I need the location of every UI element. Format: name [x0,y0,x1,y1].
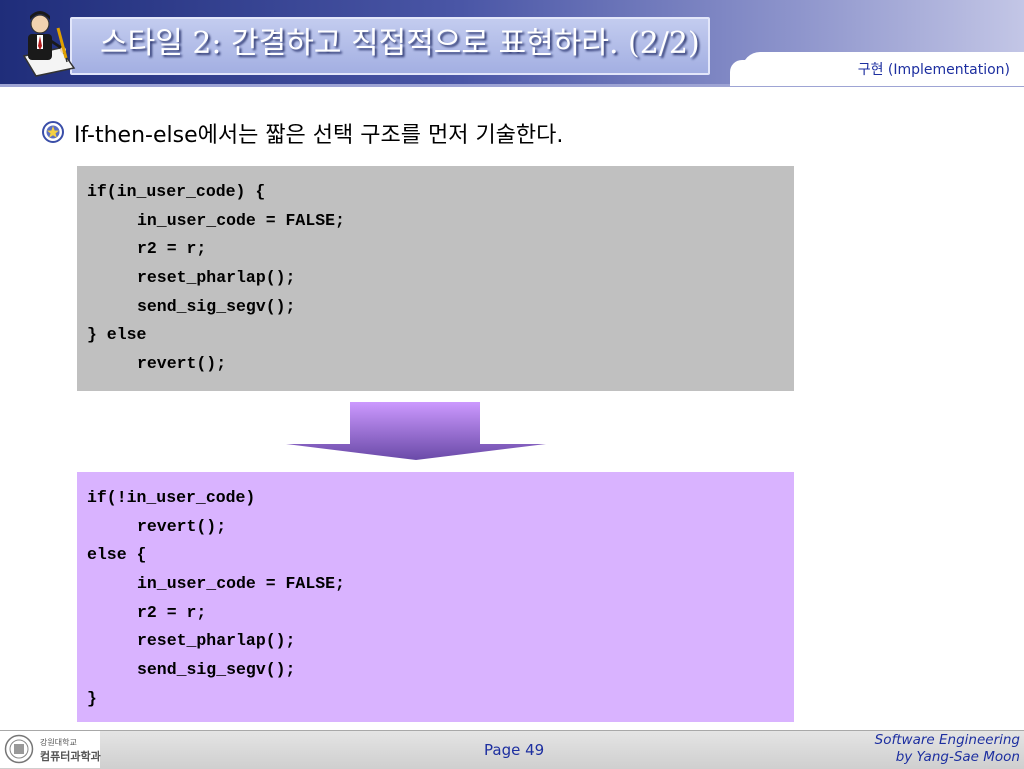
code-block-rewritten: if(!in_user_code) revert(); else { in_us… [77,472,794,722]
code-line: in_user_code = FALSE; [137,210,345,230]
slide-title: 스타일 2: 간결하고 직접적으로 표현하라. (2/2) [100,26,700,61]
code-line: if(in_user_code) { [87,182,266,201]
code-line: } [87,688,97,708]
department-name-line1: 강원대학교 [40,738,77,747]
code-line: r2 = r; [137,602,207,622]
code-line: revert(); [137,354,227,374]
code-line: if(!in_user_code) [87,488,256,507]
code-line: send_sig_segv(); [137,296,296,316]
code-block-original: if(in_user_code) { in_user_code = FALSE;… [77,166,794,391]
department-name-line2: 컴퓨터과학과 [40,750,101,763]
code-line: r2 = r; [137,239,207,259]
slide-subtitle: 구현 (Implementation) [857,62,1010,78]
code-line: in_user_code = FALSE; [137,574,345,594]
code-line: reset_pharlap(); [137,268,296,288]
code-line: } else [87,325,147,345]
code-line: reset_pharlap(); [137,631,296,651]
person-writing-icon [22,11,76,77]
bullet-emblem-icon [42,121,64,143]
code-line: revert(); [137,516,227,536]
page-number: Page 49 [484,741,545,759]
code-line: send_sig_segv(); [137,660,296,680]
code-line: else { [87,545,147,565]
university-seal-icon [4,734,34,764]
down-arrow-icon [286,402,546,460]
course-title: Software Engineering [874,732,1020,748]
bullet-text: If-then-else에서는 짧은 선택 구조를 먼저 기술한다. [74,123,564,148]
author-credit: by Yang-Sae Moon [895,749,1020,765]
